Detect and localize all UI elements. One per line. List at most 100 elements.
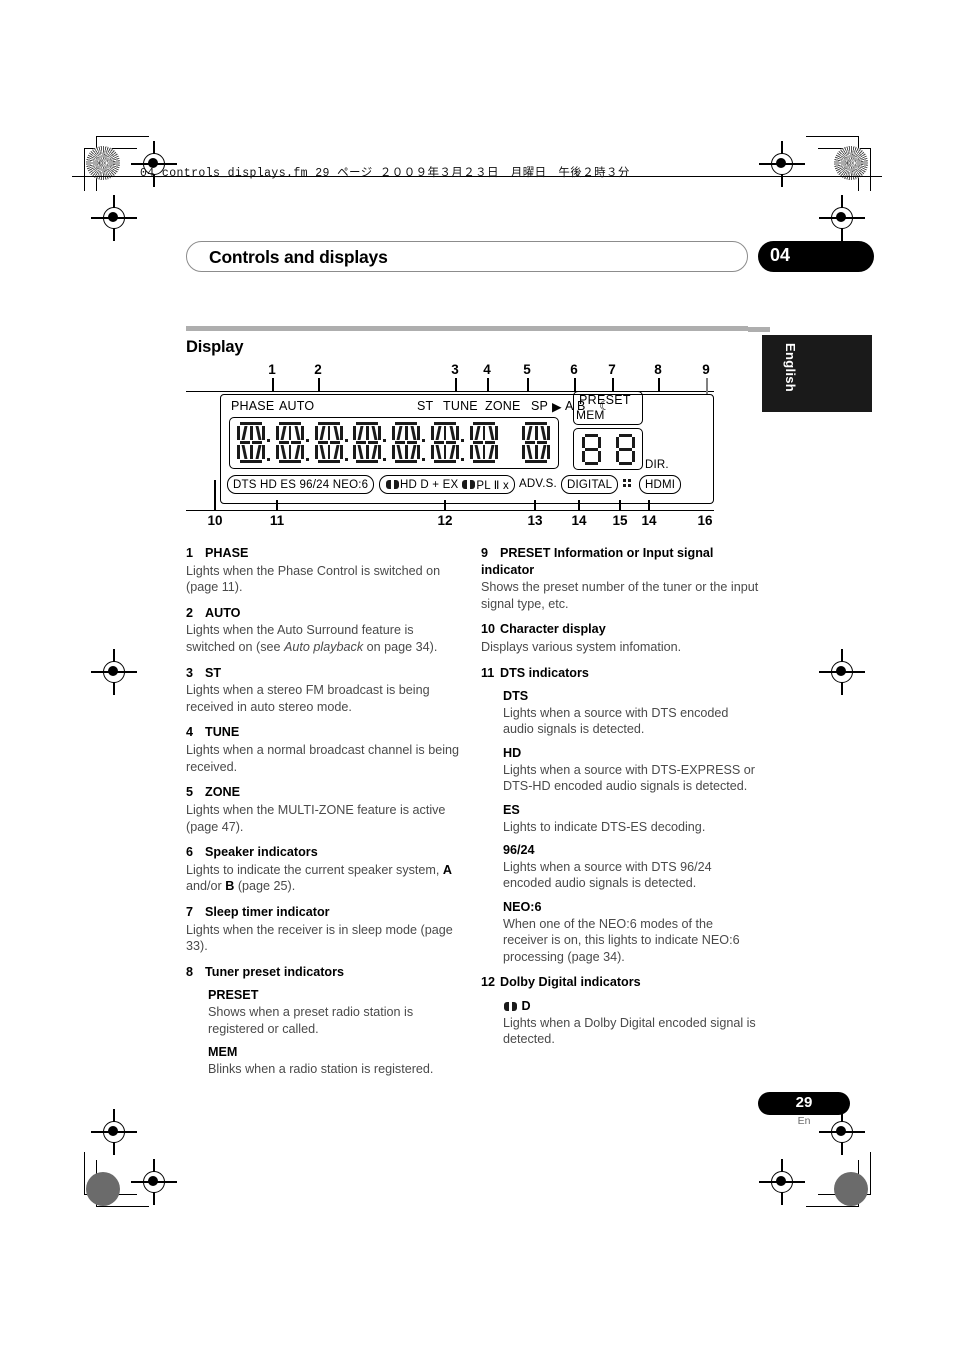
- item-title: Dolby Digital indicators: [500, 975, 641, 990]
- source-file-line: 04_controls_displays.fm 29 ページ ２００９年３月２３…: [140, 167, 630, 180]
- item-title: Character display: [500, 622, 606, 637]
- chapter-title-bar: Controls and displays: [186, 241, 748, 272]
- item-title: ST: [205, 665, 222, 680]
- callout-1: 1: [268, 362, 276, 377]
- callout-14-right: 14: [641, 513, 657, 528]
- hdmi-label: HDMI: [645, 478, 676, 491]
- adv-surround-label: ADV.S.: [519, 478, 557, 490]
- callout-16: 16: [697, 513, 713, 528]
- dts-group-label: DTS HD ES 96/24 NEO:6: [233, 478, 369, 491]
- item-body-post: (page 25).: [234, 879, 296, 894]
- item-title: AUTO: [205, 605, 241, 620]
- sub-item: ES Lights to indicate DTS-ES decoding.: [503, 802, 761, 835]
- indicator-auto: AUTO: [279, 399, 315, 413]
- item-number: 5: [186, 785, 194, 800]
- list-item: 3 ST Lights when a stereo FM broadcast is…: [186, 665, 466, 716]
- dolby-double-d-icon: [462, 480, 476, 489]
- language-tab-label: English: [783, 343, 798, 393]
- item-body: Lights when the receiver is in sleep mod…: [186, 922, 453, 954]
- callout-4: 4: [483, 362, 491, 377]
- sub-item-title: D: [503, 998, 761, 1015]
- registration-mark-bl: [131, 1159, 177, 1205]
- callout-tick-14b: [648, 500, 650, 510]
- sub-item-title: MEM: [208, 1045, 238, 1060]
- display-diagram: 1 2 3 4 5 6 7 8 9 PHASE AUTO ST TUNE ZON…: [186, 360, 748, 540]
- item-number: 3: [186, 665, 194, 680]
- sub-item: MEM Blinks when a radio station is regis…: [208, 1044, 466, 1077]
- item-body-emphasis: Auto playback: [284, 640, 364, 655]
- chapter-number: 04: [770, 245, 791, 265]
- callout-15: 15: [612, 513, 628, 528]
- item-heading: 10 Character display: [481, 621, 761, 638]
- sub-item-body: Lights when a Dolby Digital encoded sign…: [503, 1015, 756, 1047]
- callout-6: 6: [570, 362, 578, 377]
- callout-tick-11: [276, 500, 278, 510]
- preset-label: PRESET: [579, 393, 631, 407]
- item-title: ZONE: [205, 785, 240, 800]
- callout-14-left: 14: [571, 513, 587, 528]
- sub-item: PRESET Shows when a preset radio station…: [208, 987, 466, 1037]
- chapter-number-badge: 04: [758, 241, 874, 272]
- item-heading: 3 ST: [186, 665, 466, 682]
- signal-dots-icon: [623, 479, 632, 491]
- character-cell: [519, 421, 555, 465]
- sub-item-title: NEO:6: [503, 899, 542, 914]
- item-heading: 5 ZONE: [186, 784, 466, 801]
- callout-11: 11: [269, 513, 285, 528]
- section-rule: [186, 326, 748, 331]
- description-column-left: 1 PHASE Lights when the Phase Control is …: [186, 545, 466, 1086]
- callout-tick-10: [214, 480, 216, 510]
- item-number: 11: [481, 665, 495, 680]
- registration-mark-tr-dot: [834, 146, 868, 180]
- callout-tick-6: [574, 378, 576, 392]
- sub-item-body: Lights when a source with DTS encoded au…: [503, 705, 729, 737]
- callout-tick-2: [318, 378, 320, 392]
- registration-mark-br-dot: [834, 1172, 868, 1206]
- list-item: 11 DTS indicators DTS Lights when a sourc…: [481, 665, 761, 966]
- item-heading: 11 DTS indicators: [481, 665, 761, 682]
- list-item: 4 TUNE Lights when a normal broadcast cha…: [186, 724, 466, 775]
- callout-tick-4: [487, 378, 489, 392]
- indicator-phase: PHASE: [231, 399, 275, 413]
- callout-10: 10: [207, 513, 223, 528]
- item-heading: 1 PHASE: [186, 545, 466, 562]
- list-item: 2 AUTO Lights when the Auto Surround feat…: [186, 605, 466, 656]
- callout-2: 2: [314, 362, 322, 377]
- callout-7: 7: [608, 362, 616, 377]
- character-cell: [467, 421, 503, 465]
- callout-tick-1: [272, 378, 274, 392]
- dolby-double-d-icon: [386, 480, 399, 489]
- character-cell: [350, 421, 387, 465]
- registration-mark-tr: [759, 141, 805, 187]
- list-item: 7 Sleep timer indicator Lights when the r…: [186, 904, 466, 955]
- dir-label: DIR.: [645, 459, 669, 471]
- indicator-zone: ZONE: [485, 399, 521, 413]
- sub-item-body: Lights when a source with DTS 96/24 enco…: [503, 859, 712, 891]
- dolby-group-post-label: PL Ⅱ x: [476, 479, 509, 492]
- registration-mark-left-bottom: [91, 1109, 137, 1155]
- callout-bottom-rail: [186, 510, 714, 512]
- dolby-double-d-icon: [504, 1002, 517, 1012]
- item-heading: 9 PRESET Information or Input signal indi…: [481, 545, 761, 578]
- sub-item-body: Lights to indicate DTS-ES decoding.: [503, 819, 706, 834]
- item-body: Lights when the Phase Control is switche…: [186, 563, 441, 595]
- dolby-group-pre-label: HD D + EX: [400, 478, 459, 491]
- sub-item: D Lights when a Dolby Digital encoded si…: [503, 998, 761, 1048]
- callout-tick-12: [444, 500, 446, 510]
- item-title: PRESET Information or Input signal indic…: [481, 546, 714, 577]
- list-item: 6 Speaker indicators Lights to indicate t…: [186, 844, 466, 895]
- item-body: Lights when the Auto Surround feature is…: [186, 622, 466, 655]
- indicator-tune: TUNE: [443, 399, 478, 413]
- indicator-sp: SP: [531, 399, 549, 413]
- item-heading: 6 Speaker indicators: [186, 844, 466, 861]
- character-cell: [428, 421, 464, 465]
- dolby-indicator-group: HD D + EX PL Ⅱ x: [379, 475, 515, 494]
- registration-mark-right: [819, 195, 865, 241]
- registration-mark-br: [759, 1159, 805, 1205]
- callout-tick-14a: [578, 500, 580, 510]
- sub-item-title: DTS: [503, 689, 529, 704]
- item-title: Tuner preset indicators: [205, 964, 345, 979]
- list-item: 5 ZONE Lights when the MULTI-ZONE feature…: [186, 784, 466, 835]
- character-cell: [312, 421, 348, 465]
- list-item: 8 Tuner preset indicators PRESET Shows wh…: [186, 964, 466, 1078]
